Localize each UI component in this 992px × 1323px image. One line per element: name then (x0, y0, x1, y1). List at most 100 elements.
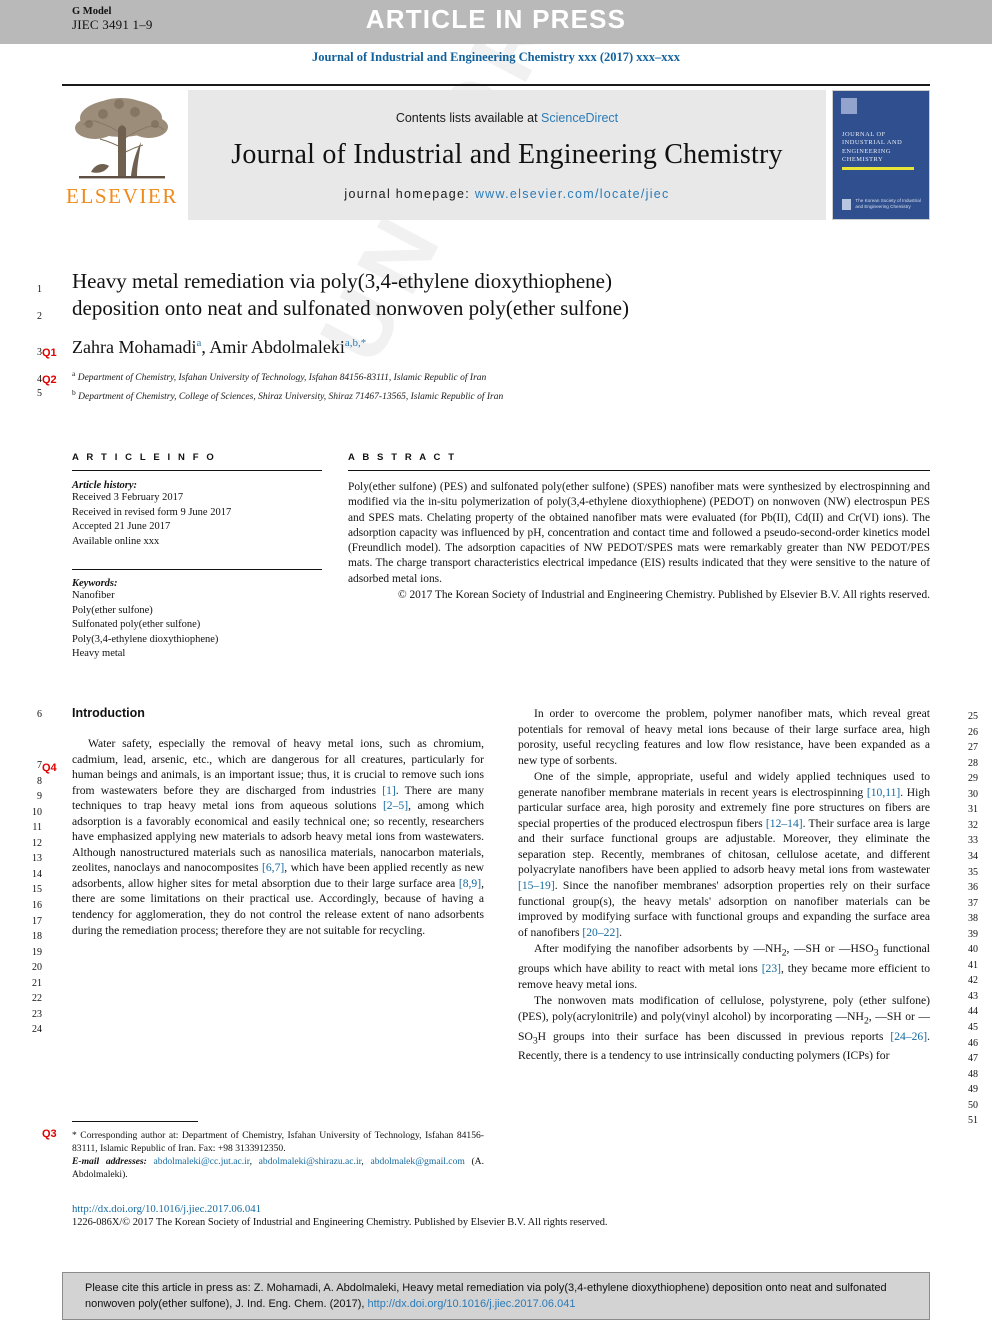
section-heading-introduction: Introduction (72, 706, 145, 720)
citation-ref[interactable]: [6,7] (262, 861, 284, 874)
line-number-16: 16 (32, 899, 42, 911)
paragraph: One of the simple, appropriate, useful a… (518, 770, 930, 939)
query-marker-q1[interactable]: Q1 (42, 347, 57, 359)
line-number-29: 29 (968, 773, 978, 785)
journal-homepage-line: journal homepage: www.elsevier.com/locat… (344, 187, 669, 201)
cite-this-article-box: Please cite this article in press as: Z.… (62, 1272, 930, 1320)
email-addresses-line: E-mail addresses: abdolmaleki@cc.jut.ac.… (72, 1156, 485, 1180)
citation-ref[interactable]: [15–19] (518, 879, 555, 892)
line-number-10: 10 (32, 806, 42, 818)
line-number-34: 34 (968, 850, 978, 862)
cover-accent-rule (842, 167, 914, 170)
affiliation-b-marker: b (72, 387, 76, 397)
line-number-1: 1 (37, 284, 42, 295)
line-number-51: 51 (968, 1115, 978, 1127)
sciencedirect-link[interactable]: ScienceDirect (541, 111, 618, 125)
line-number-19: 19 (32, 946, 42, 958)
doi-block: http://dx.doi.org/10.1016/j.jiec.2017.06… (72, 1203, 772, 1228)
email-link-1[interactable]: abdolmaleki@cc.jut.ac.ir (154, 1156, 250, 1167)
citation-ref[interactable]: [1] (382, 784, 396, 797)
paragraph: After modifying the nanofiber adsorbents… (518, 942, 931, 991)
email-link-2[interactable]: abdolmaleki@shirazu.ac.ir (259, 1156, 362, 1167)
cover-society-badge-icon (841, 98, 857, 114)
journal-homepage-link[interactable]: www.elsevier.com/locate/jiec (475, 187, 670, 201)
body-columns: Introduction Water safety, especially th… (72, 706, 930, 1065)
query-marker-q3[interactable]: Q3 (42, 1128, 57, 1140)
line-number-30: 30 (968, 788, 978, 800)
citation-ref[interactable]: [24–26] (890, 1030, 927, 1043)
line-number-15: 15 (32, 884, 42, 896)
line-number-14: 14 (32, 868, 42, 880)
line-number-47: 47 (968, 1053, 978, 1065)
keyword-item: Nanofiber (72, 590, 115, 601)
line-number-25: 25 (968, 711, 978, 722)
cite-line-1: Please cite this article in press as: Z.… (85, 1282, 763, 1294)
citation-ref[interactable]: [23] (762, 962, 781, 975)
citation-ref[interactable]: [20–22] (582, 926, 619, 939)
line-number-45: 45 (968, 1022, 978, 1033)
doi-link[interactable]: http://dx.doi.org/10.1016/j.jiec.2017.06… (72, 1203, 772, 1215)
line-number-31: 31 (968, 804, 978, 816)
article-history-item: Available online xxx (72, 535, 160, 547)
citation-ref[interactable]: [12–14] (766, 817, 803, 830)
line-number-35: 35 (968, 866, 978, 878)
homepage-prefix: journal homepage: (344, 187, 475, 201)
email-link-3[interactable]: abdolmalek@gmail.com (370, 1156, 464, 1167)
line-number-36: 36 (968, 882, 978, 894)
query-marker-q2[interactable]: Q2 (42, 374, 57, 386)
paragraph: Water safety, especially the removal of … (72, 737, 485, 937)
line-number-18: 18 (32, 931, 42, 943)
line-number-3: 3 (37, 347, 42, 358)
citation-ref[interactable]: [2–5] (383, 799, 408, 812)
author-2-affil-marker[interactable]: a,b,* (345, 337, 366, 349)
line-number-8: 8 (37, 775, 42, 787)
running-head: Journal of Industrial and Engineering Ch… (311, 50, 681, 64)
line-number-43: 43 (968, 990, 978, 1002)
keyword-item: Poly(ether sulfone) (72, 604, 153, 616)
affiliation-a-text: Department of Chemistry, Isfahan Univers… (77, 373, 487, 384)
affiliation-b: b Department of Chemistry, College of Sc… (72, 386, 772, 405)
right-column: In order to overcome the problem, polyme… (518, 706, 930, 1065)
keyword-item: Sulfonated poly(ether sulfone) (72, 619, 201, 630)
abstract-copyright: © 2017 The Korean Society of Industrial … (397, 589, 930, 602)
article-history-item: Accepted 21 June 2017 (72, 521, 171, 532)
journal-cover-thumbnail: JOURNAL OF INDUSTRIAL AND ENGINEERING CH… (832, 90, 930, 220)
line-number-5: 5 (37, 388, 42, 399)
keyword-item: Poly(3,4-ethylene dioxythiophene) (72, 633, 219, 645)
query-marker-q4[interactable]: Q4 (42, 762, 57, 774)
masthead-center: Contents lists available at ScienceDirec… (188, 90, 826, 220)
contents-available-line: Contents lists available at ScienceDirec… (396, 111, 618, 125)
line-number-12: 12 (32, 837, 42, 849)
cover-footer: The Korean Society of Industrial and Eng… (842, 198, 923, 210)
article-info-rule-mid (72, 569, 322, 570)
corresponding-author-footnote: * Corresponding author at: Department of… (72, 1121, 484, 1181)
cover-title: JOURNAL OF INDUSTRIAL AND ENGINEERING CH… (842, 131, 903, 164)
author-separator: , Amir Abdolmaleki (201, 337, 345, 357)
affiliation-b-text: Department of Chemistry, College of Scie… (78, 391, 504, 402)
line-number-28: 28 (968, 757, 978, 769)
keyword-item: Heavy metal (72, 648, 126, 659)
article-history-item: Received 3 February 2017 (72, 492, 184, 503)
line-number-26: 26 (968, 726, 978, 738)
line-number-48: 48 (968, 1068, 978, 1080)
citation-ref[interactable]: [10,11] (867, 786, 900, 799)
line-number-7: 7 (37, 760, 42, 771)
article-page: UNCORRECTED PROOF G Model JIEC 3491 1–9 … (0, 0, 992, 1323)
line-number-49: 49 (968, 1084, 978, 1096)
left-column: Introduction Water safety, especially th… (72, 706, 484, 1065)
author-list: Zahra Mohamadia, Amir Abdolmalekia,b,* (72, 337, 772, 358)
affiliation-a-marker: a (72, 369, 76, 378)
press-banner-text: ARTICLE IN PRESS (365, 4, 627, 34)
line-number-6: 6 (37, 709, 42, 720)
footnote-rule (72, 1121, 198, 1122)
cite-doi-link[interactable]: http://dx.doi.org/10.1016/j.jiec.2017.06… (368, 1298, 576, 1310)
line-number-38: 38 (968, 913, 978, 925)
line-number-33: 33 (968, 835, 978, 847)
keywords-label: Keywords: (72, 578, 118, 589)
line-number-4: 4 (37, 374, 42, 385)
citation-ref[interactable]: [8,9] (459, 877, 481, 890)
line-number-21: 21 (32, 977, 42, 989)
article-info-column: A R T I C L E I N F O Article history: R… (72, 452, 322, 662)
line-number-50: 50 (968, 1099, 978, 1111)
title-block: Heavy metal remediation via poly(3,4-eth… (72, 268, 772, 404)
